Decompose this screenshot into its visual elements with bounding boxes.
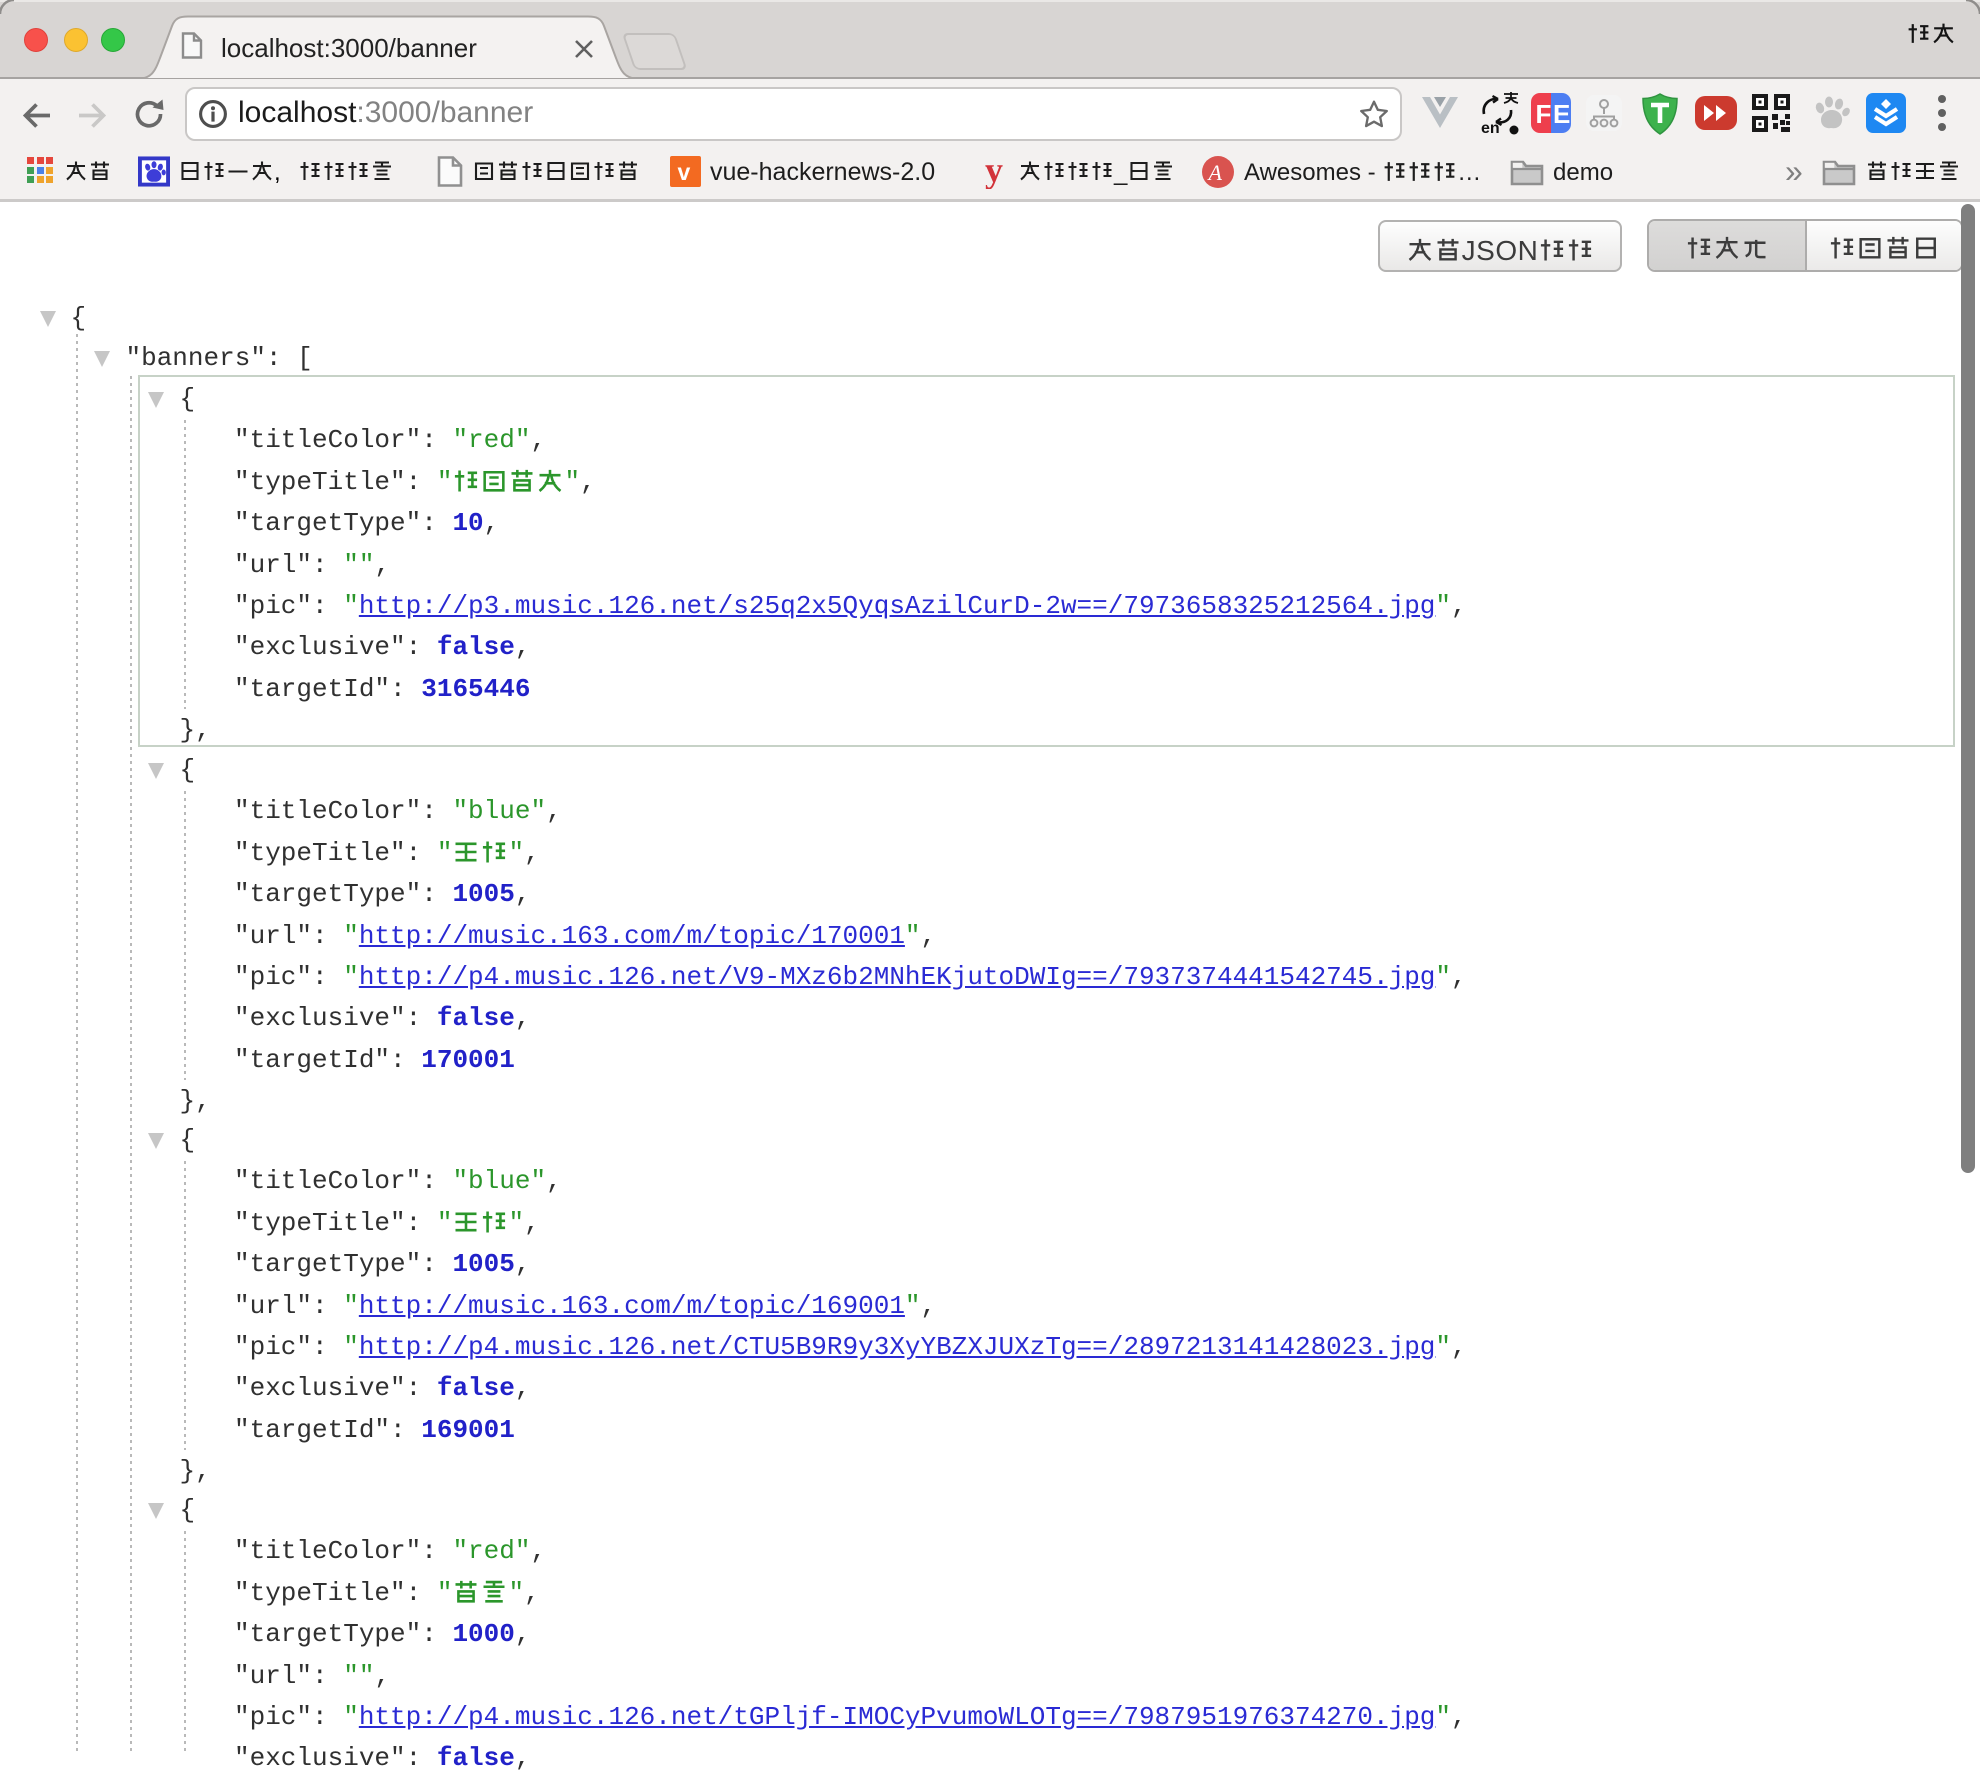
svg-text:en: en [1481,120,1500,136]
svg-text:A: A [1207,160,1223,185]
svg-text:v: v [678,159,691,185]
svg-text:E: E [1553,99,1570,129]
svg-text:F: F [1536,99,1552,129]
svg-text:y: y [985,153,1003,189]
